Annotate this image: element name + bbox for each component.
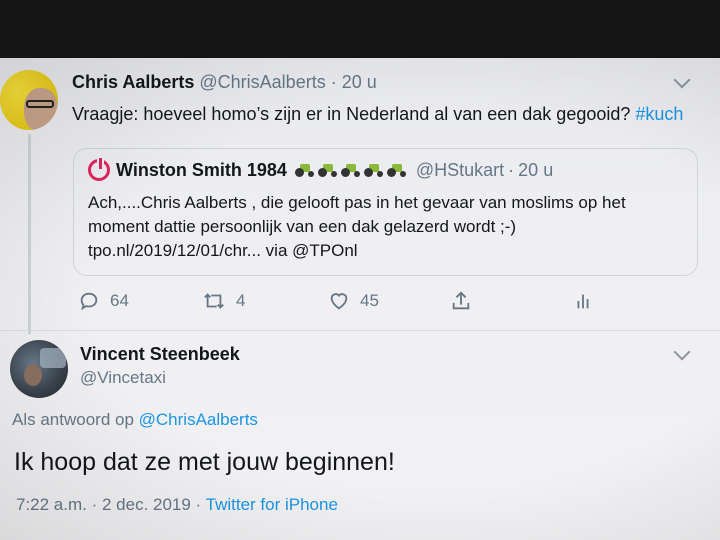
reply-count: 64 — [110, 291, 129, 310]
quoted-time: 20 u — [518, 159, 554, 180]
tractor-icon — [386, 163, 407, 177]
author-name[interactable]: Chris Aalberts — [72, 72, 194, 92]
header-separator: · — [330, 72, 337, 92]
power-icon — [88, 156, 110, 181]
quoted-line: moment dattie persoonlijk van een dak ge… — [88, 217, 517, 236]
reply-meta: 7:22 a.m. · 2 dec. 2019 · Twitter for iP… — [16, 495, 338, 515]
hashtag-link[interactable]: #kuch — [635, 104, 683, 124]
retweet-button[interactable]: 4 — [202, 290, 245, 312]
tractor-icon — [317, 163, 338, 177]
reply-timestamp[interactable]: 7:22 a.m. · 2 dec. 2019 · — [16, 495, 201, 514]
chevron-down-icon[interactable] — [673, 343, 691, 361]
reply-author-avatar[interactable] — [10, 340, 68, 398]
tractor-icon — [363, 163, 384, 177]
quoted-tweet[interactable]: Winston Smith 1984 @HStukart · 20 u Ach,… — [73, 148, 698, 276]
avatar-window — [40, 348, 66, 368]
quoted-line: Ach,....Chris Aalberts , die gelooft pas… — [88, 193, 626, 212]
avatar-face — [24, 88, 58, 130]
quoted-line: tpo.nl/2019/12/01/chr... via @TPOnl — [88, 241, 358, 260]
retweet-icon — [204, 293, 224, 309]
reply-context: Als antwoord op @ChrisAalberts — [12, 410, 258, 430]
reply-source[interactable]: Twitter for iPhone — [206, 495, 338, 514]
author-handle[interactable]: @ChrisAalberts — [199, 72, 325, 92]
tractor-icon — [340, 163, 361, 177]
tweet-divider — [0, 330, 720, 331]
retweet-count: 4 — [236, 291, 246, 310]
reply-text: Ik hoop dat ze met jouw beginnen! — [14, 448, 395, 476]
reply-button[interactable]: 64 — [78, 290, 129, 312]
reply-author-name[interactable]: Vincent Steenbeek — [80, 344, 240, 365]
tweet-time[interactable]: 20 u — [342, 72, 377, 92]
like-button[interactable]: 45 — [328, 290, 379, 312]
author-avatar[interactable] — [0, 70, 58, 130]
tweet-screen: Chris Aalberts @ChrisAalberts · 20 u Vra… — [0, 58, 720, 540]
like-count: 45 — [360, 291, 379, 310]
quoted-separator: · — [508, 159, 515, 180]
analytics-button[interactable] — [572, 290, 604, 312]
reply-target-link[interactable]: @ChrisAalberts — [139, 410, 258, 429]
reply-icon — [80, 292, 98, 311]
quoted-header: Winston Smith 1984 @HStukart · 20 u — [88, 156, 554, 181]
thread-line — [28, 134, 31, 334]
reply-author-handle[interactable]: @Vincetaxi — [80, 368, 166, 388]
avatar-head — [24, 364, 42, 386]
tweet-text: Vraagje: hoeveel homo’s zijn er in Neder… — [72, 104, 683, 125]
avatar-glasses — [26, 100, 54, 108]
chevron-down-icon[interactable] — [673, 71, 691, 89]
analytics-icon — [577, 294, 589, 309]
share-icon — [452, 291, 470, 310]
heart-icon — [330, 293, 348, 310]
quoted-author-name: Winston Smith 1984 — [116, 159, 287, 180]
tweet-header: Chris Aalberts @ChrisAalberts · 20 u — [72, 72, 377, 93]
reply-prefix: Als antwoord op — [12, 410, 134, 429]
tractor-icon — [294, 163, 315, 177]
tweet-text-main: Vraagje: hoeveel homo’s zijn er in Neder… — [72, 104, 631, 124]
quoted-author-handle: @HStukart — [415, 159, 505, 180]
quoted-body: Ach,....Chris Aalberts , die gelooft pas… — [88, 191, 688, 263]
share-button[interactable] — [450, 290, 482, 312]
